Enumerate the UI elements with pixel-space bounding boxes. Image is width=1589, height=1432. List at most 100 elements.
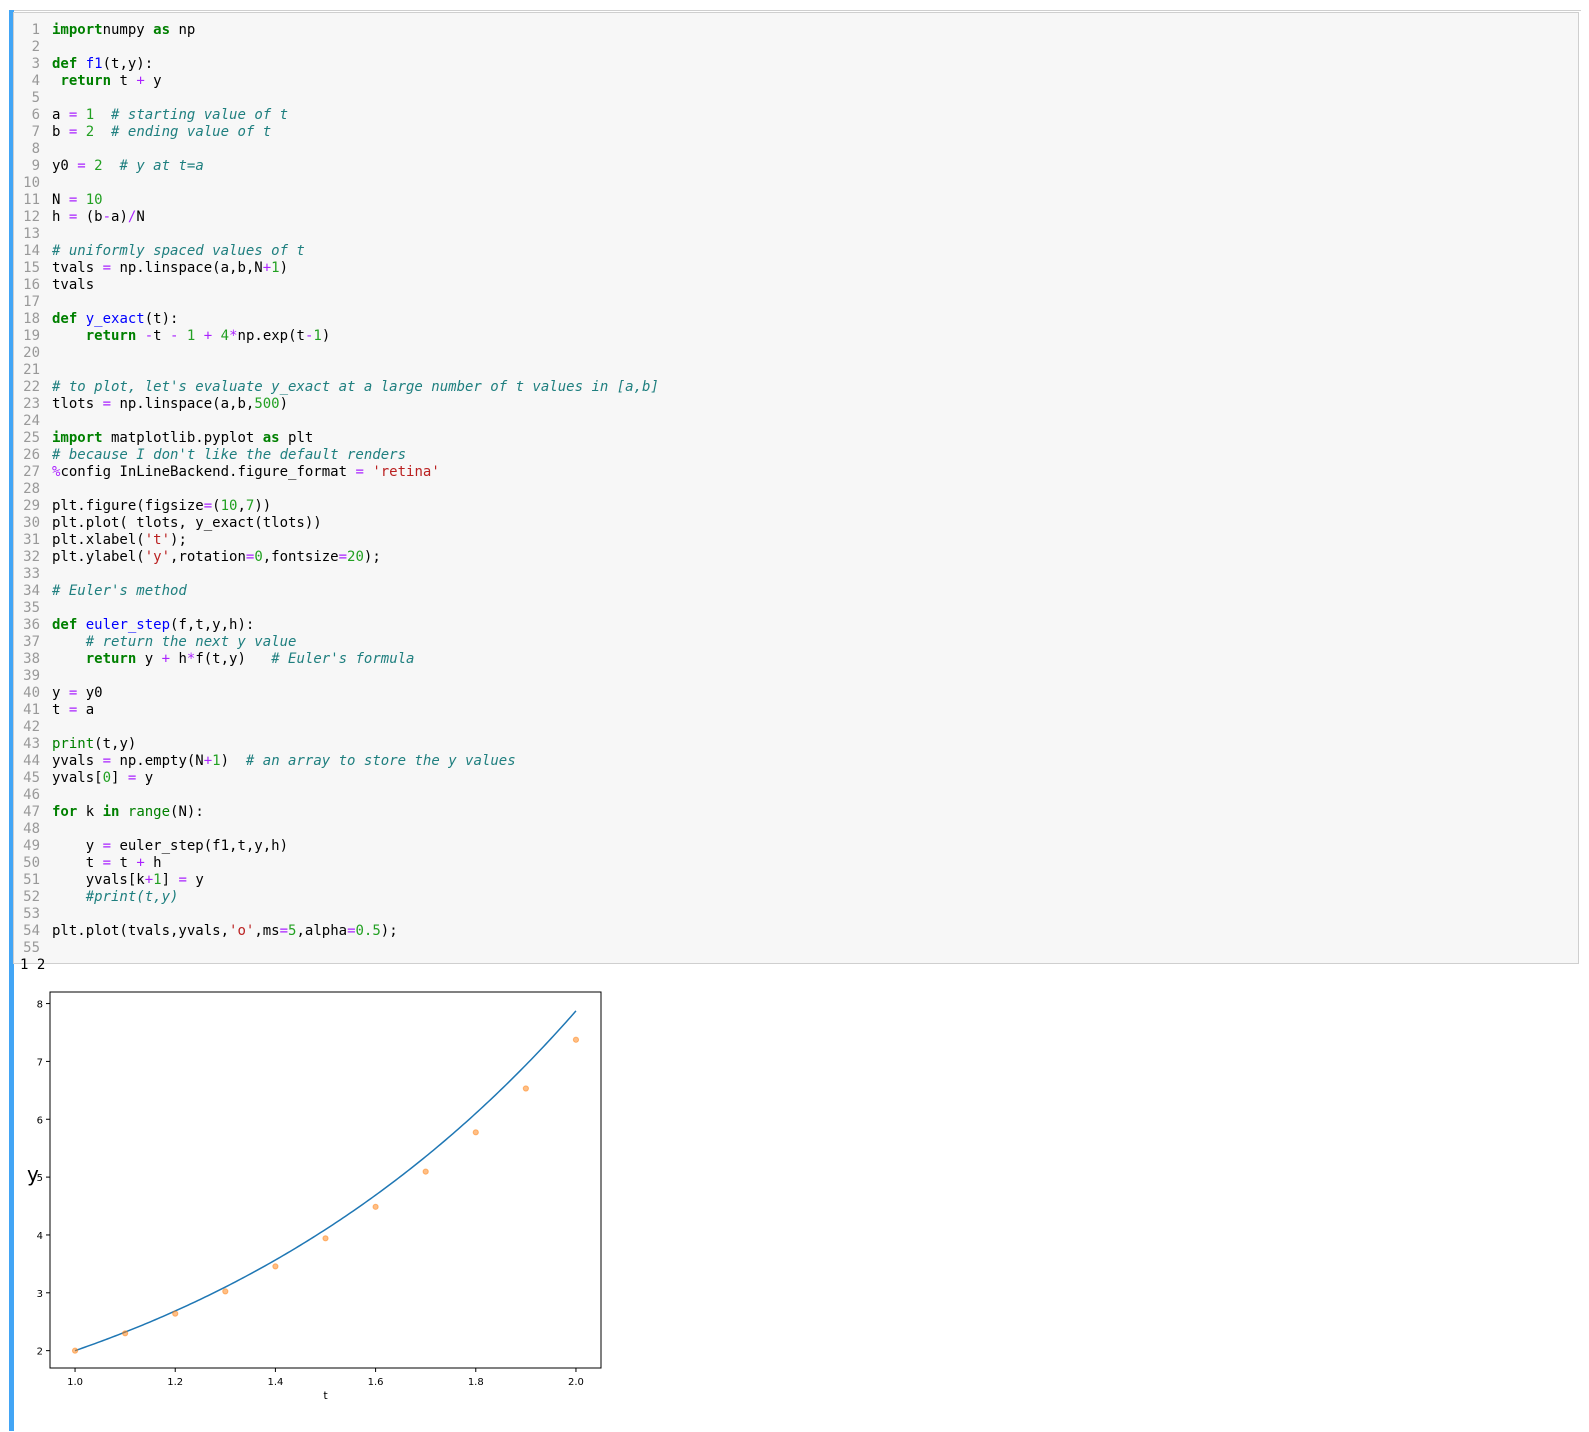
code-line[interactable]: 28	[14, 481, 659, 498]
code-line[interactable]: 54 plt.plot(tvals,yvals,'o',ms=5,alpha=0.…	[14, 923, 659, 940]
code-line[interactable]: 14 # uniformly spaced values of t	[14, 243, 659, 260]
code-line[interactable]: 52 #print(t,y)	[14, 889, 659, 906]
code-line[interactable]: 15 tvals = np.linspace(a,b,N+1)	[14, 260, 659, 277]
code-line[interactable]: 4 return t + y	[14, 73, 659, 90]
code-line[interactable]: 12 h = (b-a)/N	[14, 209, 659, 226]
code-line[interactable]: 34 # Euler's method	[14, 583, 659, 600]
code-line[interactable]: 19 return -t - 1 + 4*np.exp(t-1)	[14, 328, 659, 345]
code-token: 'retina'	[372, 464, 440, 480]
code-line[interactable]: 22 # to plot, let's evaluate y_exact at a…	[14, 379, 659, 396]
code-line[interactable]: 44 yvals = np.empty(N+1) # an array to st…	[14, 753, 659, 770]
code-line[interactable]: 17	[14, 294, 659, 311]
line-number: 28	[23, 481, 40, 497]
code-text: # return the next y value	[52, 634, 297, 650]
code-line[interactable]: 49 y = euler_step(f1,t,y,h)	[14, 838, 659, 855]
code-line[interactable]: 26 # because I don't like the default ren…	[14, 447, 659, 464]
code-token: np.linspace(a,b,N	[111, 260, 263, 276]
code-token: plt.plot( tlots, y_exact(tlots))	[52, 515, 322, 531]
code-line[interactable]: 47 for k in range(N):	[14, 804, 659, 821]
code-text: importnumpy as np	[52, 22, 195, 38]
code-token: )	[321, 328, 331, 344]
code-line[interactable]: 35	[14, 600, 659, 617]
code-line[interactable]: 50 t = t + h	[14, 855, 659, 872]
line-number: 34	[23, 583, 40, 599]
line-number: 24	[23, 413, 40, 429]
code-token: )	[279, 260, 289, 276]
code-line[interactable]: 24	[14, 413, 659, 430]
code-line[interactable]: 3 def f1(t,y):	[14, 56, 659, 73]
line-number: 19	[23, 328, 40, 344]
code-line[interactable]: 31 plt.xlabel('t');	[14, 532, 659, 549]
code-line[interactable]: 48	[14, 821, 659, 838]
code-token: );	[170, 532, 187, 548]
code-input-area[interactable]: 1 importnumpy as np 2 3 def f1(t,y): 4 return…	[13, 12, 1579, 964]
code-line[interactable]: 11 N = 10	[14, 192, 659, 209]
euler-point	[422, 1168, 429, 1175]
y-axis-label: y	[27, 1162, 39, 1186]
code-line[interactable]: 6 a = 1 # starting value of t	[14, 107, 659, 124]
code-line[interactable]: 5	[14, 90, 659, 107]
x-tick-label: 1.0	[67, 1377, 83, 1388]
code-line[interactable]: 55	[14, 940, 659, 957]
code-line[interactable]: 38 return y + h*f(t,y) # Euler's formula	[14, 651, 659, 668]
code-token: plt	[279, 430, 314, 446]
code-line[interactable]: 39	[14, 668, 659, 685]
code-text: return -t - 1 + 4*np.exp(t-1)	[52, 328, 331, 344]
code-token: t	[52, 855, 103, 871]
code-text: return t + y	[52, 73, 161, 89]
code-token: a	[77, 702, 95, 718]
code-line[interactable]: 8	[14, 141, 659, 158]
code-line[interactable]: 23 tlots = np.linspace(a,b,500)	[14, 396, 659, 413]
code-editor[interactable]: 1 importnumpy as np 2 3 def f1(t,y): 4 return…	[14, 22, 659, 957]
code-line[interactable]: 20	[14, 345, 659, 362]
code-line[interactable]: 36 def euler_step(f,t,y,h):	[14, 617, 659, 634]
code-token: =	[102, 753, 112, 769]
code-line[interactable]: 51 yvals[k+1] = y	[14, 872, 659, 889]
code-line[interactable]: 18 def y_exact(t):	[14, 311, 659, 328]
code-line[interactable]: 40 y = y0	[14, 685, 659, 702]
code-line[interactable]: 53	[14, 906, 659, 923]
code-line[interactable]: 32 plt.ylabel('y',rotation=0,fontsize=20)…	[14, 549, 659, 566]
code-line[interactable]: 46	[14, 787, 659, 804]
code-line[interactable]: 13	[14, 226, 659, 243]
code-line[interactable]: 43 print(t,y)	[14, 736, 659, 753]
euler-point	[122, 1330, 129, 1337]
code-token: return	[60, 73, 112, 89]
line-number: 33	[23, 566, 40, 582]
code-token: # because I don't like the default rende…	[52, 447, 407, 463]
code-line[interactable]: 29 plt.figure(figsize=(10,7))	[14, 498, 659, 515]
code-token: range	[127, 804, 171, 820]
code-line[interactable]: 10	[14, 175, 659, 192]
line-number: 31	[23, 532, 40, 548]
code-line[interactable]: 33	[14, 566, 659, 583]
code-token: 1	[153, 872, 162, 888]
euler-point	[71, 1347, 79, 1354]
code-token: tlots	[52, 396, 103, 412]
line-number: 36	[23, 617, 40, 633]
code-line[interactable]: 25 import matplotlib.pyplot as plt	[14, 430, 659, 447]
code-line[interactable]: 27 %config InLineBackend.figure_format = …	[14, 464, 659, 481]
code-line[interactable]: 21	[14, 362, 659, 379]
code-text: def y_exact(t):	[52, 311, 178, 327]
code-line[interactable]: 45 yvals[0] = y	[14, 770, 659, 787]
code-text: print(t,y)	[52, 736, 136, 752]
code-line[interactable]: 16 tvals	[14, 277, 659, 294]
code-line[interactable]: 41 t = a	[14, 702, 659, 719]
code-token: euler_step(f1,t,y,h)	[111, 838, 289, 854]
code-line[interactable]: 1 importnumpy as np	[14, 22, 659, 39]
code-line[interactable]: 42	[14, 719, 659, 736]
code-line[interactable]: 37 # return the next y value	[14, 634, 659, 651]
code-token: y	[186, 872, 204, 888]
code-line[interactable]: 9 y0 = 2 # y at t=a	[14, 158, 659, 175]
code-line[interactable]: 30 plt.plot( tlots, y_exact(tlots))	[14, 515, 659, 532]
code-line[interactable]: 7 b = 2 # ending value of t	[14, 124, 659, 141]
code-text: plt.xlabel('t');	[52, 532, 187, 548]
line-number: 12	[23, 209, 40, 225]
code-line[interactable]: 2	[14, 39, 659, 56]
code-token: 500	[254, 396, 280, 412]
